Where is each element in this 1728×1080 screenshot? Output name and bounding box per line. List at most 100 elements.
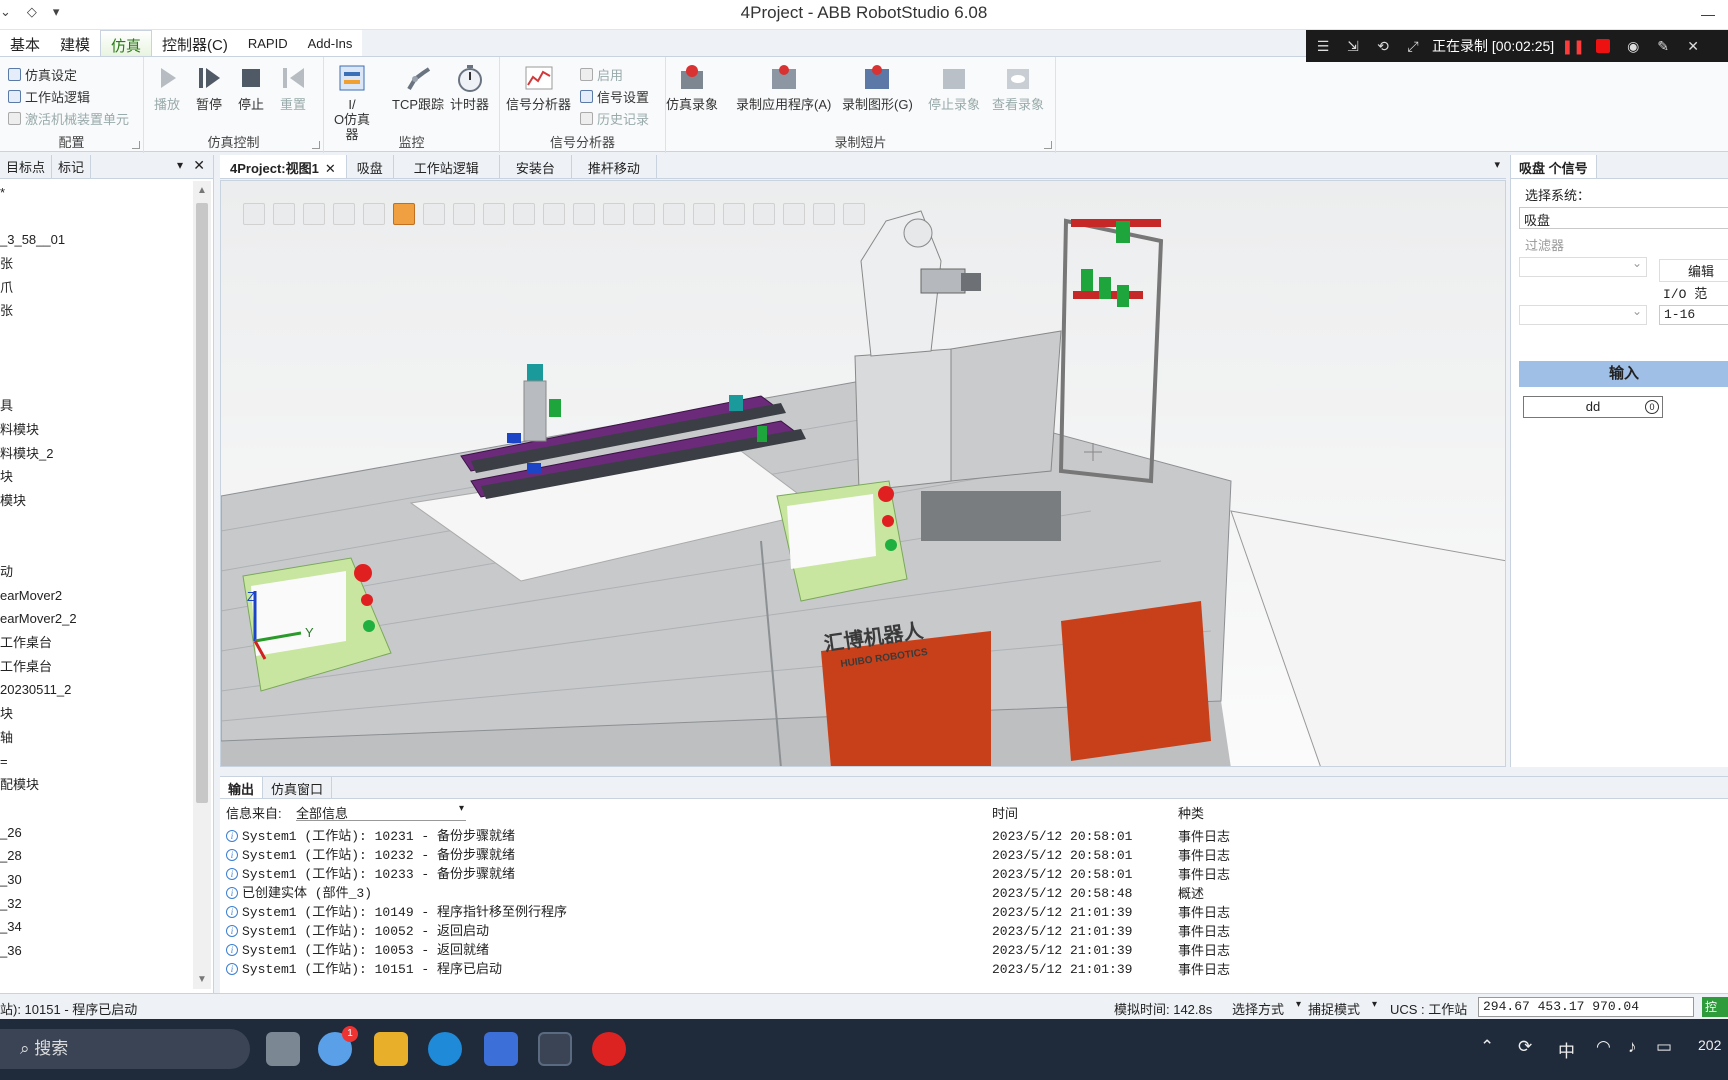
tree-item[interactable]: 块	[0, 465, 194, 489]
tree-item[interactable]	[0, 323, 194, 347]
tab-station-logic[interactable]: 工作站逻辑	[394, 155, 500, 178]
record-graphics-button[interactable]: 录制图形(G)	[842, 63, 913, 112]
tree-item[interactable]: _34	[0, 915, 194, 939]
snap-tool-icon[interactable]	[663, 203, 685, 225]
view-tool-icon[interactable]	[303, 203, 325, 225]
wifi-icon[interactable]: ◠	[1596, 1037, 1611, 1057]
filter-type-select[interactable]	[1519, 256, 1647, 277]
scroll-thumb[interactable]	[196, 203, 208, 803]
view-tool-icon[interactable]	[243, 203, 265, 225]
tree-item[interactable]: 模块	[0, 489, 194, 513]
screen-recorder-icon[interactable]	[592, 1032, 626, 1066]
input-language[interactable]: 中	[1558, 1037, 1575, 1062]
panel-dropdown-icon[interactable]: ▾	[177, 158, 183, 172]
tab-suction[interactable]: 吸盘	[347, 155, 394, 178]
signal-dd[interactable]: dd 0	[1523, 396, 1663, 418]
3d-viewport[interactable]: 汇博机器人 HUIBO ROBOTICS Z Y	[220, 180, 1506, 767]
collapse-icon[interactable]: ⇲	[1342, 35, 1364, 57]
taskbar-search[interactable]: ⌕ 搜索	[0, 1029, 250, 1069]
col-time-header[interactable]: 时间	[992, 803, 1018, 822]
coordinates-field[interactable]: 294.67 453.17 970.04	[1478, 997, 1694, 1017]
stop-record-button[interactable]: 停止录象	[928, 63, 980, 112]
region-icon[interactable]: ⟲	[1372, 35, 1394, 57]
tree-item[interactable]: 爪	[0, 276, 194, 300]
log-row[interactable]: i System1 (工作站): 10052 - 返回启动 2023/5/12 21…	[224, 922, 1424, 941]
scroll-up-icon[interactable]: ▲	[197, 185, 207, 196]
signal-value-indicator[interactable]: 0	[1645, 400, 1659, 414]
tree-item[interactable]	[0, 371, 194, 395]
play-button[interactable]: 播放	[152, 63, 182, 112]
clock[interactable]: 202	[1698, 1037, 1721, 1053]
edit-button[interactable]: 编辑	[1659, 259, 1728, 282]
sync-icon[interactable]: ⟳	[1518, 1037, 1532, 1057]
tab-tags[interactable]: 标记	[52, 155, 92, 178]
snap-tool-icon[interactable]	[723, 203, 745, 225]
dialog-launcher-icon[interactable]	[132, 141, 140, 149]
edge-browser-icon[interactable]	[428, 1032, 462, 1066]
customize-qat-icon[interactable]: ▾	[53, 4, 60, 20]
view-tool-icon[interactable]	[543, 203, 565, 225]
scroll-down-icon[interactable]: ▼	[197, 974, 207, 985]
menu-icon[interactable]: ☰	[1312, 35, 1334, 57]
snap-tool-icon[interactable]	[603, 203, 625, 225]
select-part-icon[interactable]	[393, 203, 415, 225]
tree-item[interactable]: 轴	[0, 726, 194, 750]
tree-item[interactable]: 料模块	[0, 418, 194, 442]
controller-status[interactable]: 控制	[1702, 997, 1728, 1017]
tree-item[interactable]: _3_58__01	[0, 228, 194, 252]
signal-setup-button[interactable]: 信号设置	[580, 87, 649, 106]
tree-item[interactable]: 工作桌台	[0, 631, 194, 655]
station-logic-button[interactable]: 工作站逻辑	[8, 87, 90, 106]
tab-simulation[interactable]: 仿真	[100, 30, 153, 56]
tab-pusher-move[interactable]: 推杆移动	[572, 155, 657, 178]
view-tool-icon[interactable]	[273, 203, 295, 225]
system-select[interactable]: 吸盘	[1519, 207, 1728, 229]
panel-close-icon[interactable]: ✕	[193, 157, 205, 174]
filter-value-select[interactable]	[1519, 304, 1647, 325]
tabs-dropdown-icon[interactable]: ▾	[1494, 158, 1500, 171]
source-filter-select[interactable]: 全部信息	[296, 803, 466, 821]
minimize-icon[interactable]: —	[1688, 0, 1728, 28]
tree-item[interactable]: earMover2_2	[0, 607, 194, 631]
log-row[interactable]: i System1 (工作站): 10151 - 程序已启动 2023/5/12 2…	[224, 960, 1424, 979]
tab-addins[interactable]: Add-Ins	[298, 30, 363, 56]
file-explorer-icon[interactable]	[374, 1032, 408, 1066]
tree-item[interactable]: *	[0, 181, 194, 205]
tree-item[interactable]: 配模块	[0, 773, 194, 797]
battery-icon[interactable]: ▭	[1656, 1037, 1672, 1057]
stop-recording-icon[interactable]	[1592, 35, 1614, 57]
signal-analyzer-button[interactable]: 信号分析器	[506, 63, 571, 112]
tab-output[interactable]: 输出	[220, 777, 264, 798]
tree-item[interactable]: 料模块_2	[0, 442, 194, 466]
history-button[interactable]: 历史记录	[580, 109, 649, 128]
log-row[interactable]: i System1 (工作站): 10053 - 返回就绪 2023/5/12 21…	[224, 941, 1424, 960]
tree-item[interactable]	[0, 205, 194, 229]
view-tool-icon[interactable]	[483, 203, 505, 225]
view-tool-icon[interactable]	[363, 203, 385, 225]
record-app-button[interactable]: 录制应用程序(A)	[736, 63, 831, 112]
tree-item[interactable]: 具	[0, 394, 194, 418]
view-tool-icon[interactable]	[513, 203, 535, 225]
tcp-trace-button[interactable]: TCP跟踪	[392, 63, 444, 112]
close-icon[interactable]: ✕	[1682, 35, 1704, 57]
log-row[interactable]: i System1 (工作站): 10231 - 备份步骤就绪 2023/5/12 …	[224, 827, 1424, 846]
timer-button[interactable]: 计时器	[450, 63, 489, 112]
snap-tool-icon[interactable]	[693, 203, 715, 225]
weather-icon[interactable]: 1	[318, 1026, 358, 1066]
stop-button[interactable]: 停止	[236, 63, 266, 112]
tab-rapid[interactable]: RAPID	[238, 30, 298, 56]
log-row[interactable]: i System1 (工作站): 10233 - 备份步骤就绪 2023/5/12 …	[224, 865, 1424, 884]
tab-targets[interactable]: 目标点	[0, 155, 53, 178]
tab-view1[interactable]: 4Project:视图1 ✕	[220, 155, 347, 178]
tree-item[interactable]: 张	[0, 299, 194, 323]
measure-tool-icon[interactable]	[843, 203, 865, 225]
volume-icon[interactable]: ♪	[1628, 1037, 1637, 1057]
pen-icon[interactable]: ✎	[1652, 35, 1674, 57]
tab-sim-window[interactable]: 仿真窗口	[263, 777, 333, 798]
pause-recording-icon[interactable]: ❚❚	[1561, 35, 1584, 57]
tray-expand-icon[interactable]: ⌃	[1480, 1037, 1494, 1057]
camera-icon[interactable]: ◉	[1622, 35, 1644, 57]
layout-scrollbar[interactable]: ▲ ▼	[193, 181, 211, 989]
undo-icon[interactable]: ⌄	[0, 4, 11, 20]
tree-item[interactable]: 动	[0, 560, 194, 584]
